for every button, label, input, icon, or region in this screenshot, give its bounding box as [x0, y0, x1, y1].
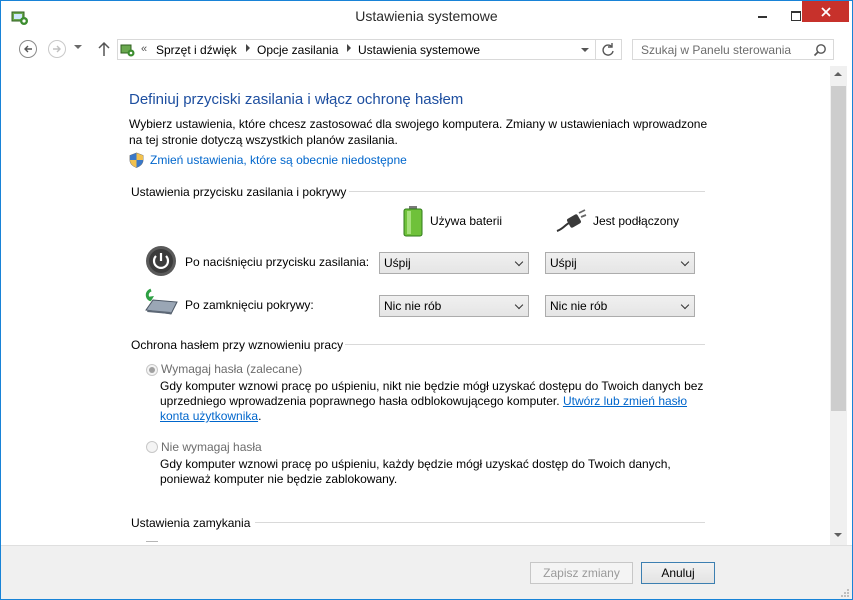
intro-text: Wybierz ustawienia, które chcesz zastoso… — [129, 117, 708, 147]
change-unavailable-settings-link[interactable]: Zmień ustawienia, które są obecnie niedo… — [129, 152, 407, 168]
lid-close-battery-select[interactable]: Nic nie rób — [379, 295, 529, 317]
uac-shield-icon — [129, 152, 144, 168]
password-section-title: Ochrona hasłem przy wznowieniu pracy — [131, 338, 344, 352]
chevron-down-icon — [514, 300, 524, 310]
scroll-thumb[interactable] — [831, 86, 846, 411]
change-unavailable-settings-text[interactable]: Zmień ustawienia, które są obecnie niedo… — [150, 153, 407, 167]
require-password-period: . — [258, 409, 262, 423]
lid-close-plugged-value: Nic nie rób — [550, 299, 608, 313]
recent-locations-dropdown-icon[interactable] — [74, 45, 82, 49]
breadcrumb-separator-icon[interactable] — [347, 44, 351, 52]
breadcrumb-overflow[interactable]: « — [141, 43, 147, 55]
navigation-bar: « Sprzęt i dźwięk Opcje zasilania Ustawi… — [1, 32, 852, 66]
cancel-button[interactable]: Anuluj — [641, 562, 715, 584]
vertical-scrollbar[interactable] — [830, 66, 847, 545]
back-button[interactable] — [19, 40, 37, 58]
close-button[interactable] — [802, 1, 849, 22]
require-password-label: Wymagaj hasła (zalecane) — [161, 362, 303, 376]
no-password-label: Nie wymagaj hasła — [161, 440, 262, 454]
back-arrow-icon — [24, 45, 32, 53]
address-bar[interactable]: « Sprzęt i dźwięk Opcje zasilania Ustawi… — [117, 39, 622, 60]
scroll-up-arrow-icon[interactable] — [834, 72, 842, 76]
scroll-down-arrow-icon[interactable] — [834, 533, 842, 537]
power-icon — [146, 246, 176, 276]
chevron-down-icon — [680, 300, 690, 310]
section-divider — [255, 522, 705, 523]
search-icon[interactable] — [813, 43, 827, 57]
battery-column-label: Używa baterii — [430, 214, 503, 228]
power-plug-icon — [556, 209, 587, 232]
lid-close-label: Po zamknięciu pokrywy: — [185, 298, 314, 312]
breadcrumb-item-hardware-sound[interactable]: Sprzęt i dźwięk — [156, 43, 237, 57]
section-divider — [349, 191, 705, 192]
no-password-radio[interactable] — [146, 441, 158, 453]
power-button-label: Po naciśnięciu przycisku zasilania: — [185, 255, 370, 269]
control-panel-small-icon — [120, 44, 135, 57]
battery-column-header: Używa baterii — [402, 205, 502, 237]
refresh-icon[interactable] — [600, 42, 616, 58]
up-arrow-icon[interactable] — [97, 41, 111, 57]
forward-button[interactable] — [48, 40, 66, 58]
footer-bar: Zapisz zmiany Anuluj — [1, 545, 852, 599]
search-input[interactable]: Szukaj w Panelu sterowania — [632, 39, 834, 60]
address-divider — [595, 40, 596, 59]
breadcrumb-item-power-options[interactable]: Opcje zasilania — [257, 43, 338, 57]
power-button-battery-value: Uśpij — [384, 256, 411, 270]
power-button-plugged-value: Uśpij — [550, 256, 577, 270]
minimize-icon — [757, 15, 767, 18]
resize-grip-icon[interactable] — [840, 588, 850, 598]
breadcrumb-item-system-settings[interactable]: Ustawienia systemowe — [358, 43, 480, 57]
window-title: Ustawienia systemowe — [355, 8, 498, 24]
plugged-column-header: Jest podłączony — [555, 209, 679, 233]
lid-close-battery-value: Nic nie rób — [384, 299, 442, 313]
lid-close-plugged-select[interactable]: Nic nie rób — [545, 295, 695, 317]
power-button-plugged-select[interactable]: Uśpij — [545, 252, 695, 274]
search-placeholder: Szukaj w Panelu sterowania — [641, 43, 792, 57]
close-icon — [820, 6, 831, 17]
require-password-description: Gdy komputer wznowi pracę po uśpieniu, n… — [160, 379, 705, 424]
main-content: Definiuj przyciski zasilania i włącz och… — [1, 66, 830, 545]
chevron-down-icon — [514, 257, 524, 267]
save-changes-button[interactable]: Zapisz zmiany — [530, 562, 633, 584]
shutdown-section-title: Ustawienia zamykania — [131, 516, 251, 530]
battery-icon — [403, 206, 423, 237]
power-section-title: Ustawienia przycisku zasilania i pokrywy — [131, 185, 347, 199]
power-button-battery-select[interactable]: Uśpij — [379, 252, 529, 274]
title-bar: Ustawienia systemowe — [1, 1, 852, 32]
section-divider — [345, 344, 705, 345]
minimize-button[interactable] — [745, 1, 779, 30]
forward-arrow-icon — [53, 45, 61, 53]
window: Ustawienia systemowe « Sprzęt i dźwięk O… — [0, 0, 853, 600]
require-password-radio[interactable] — [146, 364, 158, 376]
maximize-icon — [791, 10, 801, 21]
page-title: Definiuj przyciski zasilania i włącz och… — [129, 91, 464, 108]
plugged-column-label: Jest podłączony — [593, 214, 680, 228]
no-password-description: Gdy komputer wznowi pracę po uśpieniu, k… — [160, 457, 671, 486]
laptop-lid-icon — [145, 288, 178, 315]
breadcrumb-separator-icon[interactable] — [246, 44, 250, 52]
address-history-dropdown-icon[interactable] — [581, 48, 589, 52]
chevron-down-icon — [680, 257, 690, 267]
